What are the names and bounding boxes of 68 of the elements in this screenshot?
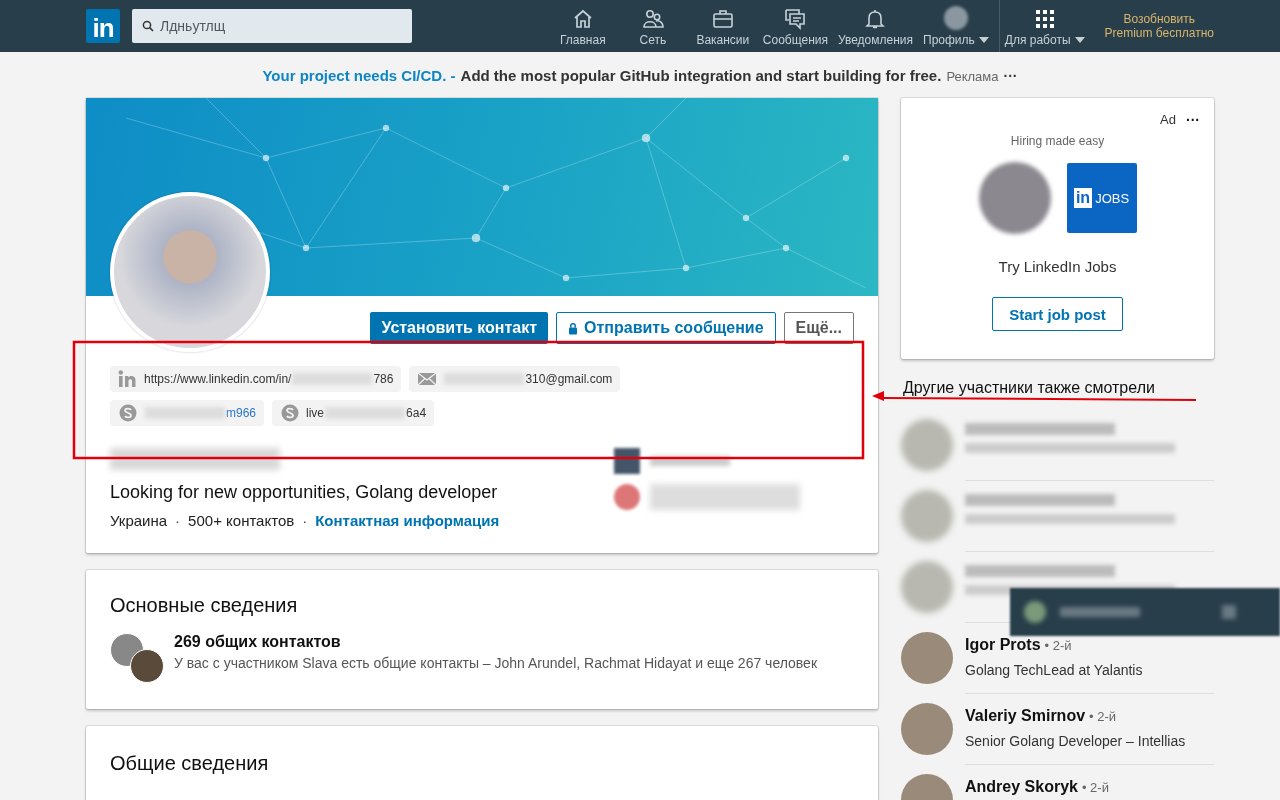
shared-connections-title[interactable]: 269 общих контактов <box>174 633 817 651</box>
ad-label: Ad <box>1160 112 1176 128</box>
caret-icon <box>1073 36 1086 44</box>
bell-icon <box>864 8 887 30</box>
nav-item[interactable]: Вакансии <box>687 0 758 52</box>
avatar-placeholder <box>901 419 953 471</box>
company-logo-placeholder <box>614 448 640 474</box>
avatar-placeholder <box>944 6 969 30</box>
ad-label: Реклама <box>946 69 999 84</box>
caret-icon <box>977 36 990 44</box>
grid-icon <box>1034 8 1057 30</box>
premium-link[interactable]: Возобновить Premium бесплатно <box>1090 0 1214 52</box>
person-title: Golang TechLead at Yalantis <box>965 662 1144 678</box>
contact-text: 310@gmail.com <box>443 372 613 386</box>
briefcase-icon <box>711 8 734 30</box>
section-title: Другие участники также смотрели <box>903 379 1155 397</box>
person-name-link[interactable]: Valeriy Smirnov <box>965 707 1086 725</box>
shared-connections-text: У вас с участником Slava есть общие контакты – John Arundel, Rachmat Hidayat и еще 267 человек <box>174 655 817 671</box>
avatar-placeholder <box>901 490 953 542</box>
start-job-post-button[interactable]: Start job post <box>992 297 1123 331</box>
linkedin-icon <box>118 370 138 388</box>
nav-item[interactable]: Главная <box>547 0 618 52</box>
avatar-placeholder <box>901 703 953 755</box>
action-button[interactable]: Установить контакт <box>370 312 549 344</box>
person-title: Senior Golang Developer – Intellias <box>965 733 1187 749</box>
action-button[interactable]: Отправить сообщение <box>556 312 776 344</box>
search-field[interactable]: Лдньутлщ <box>132 9 412 43</box>
nav-item[interactable]: Сообщения <box>757 0 833 52</box>
connection-degree: • 2-й <box>1089 709 1117 724</box>
envelope-icon <box>417 372 438 386</box>
people-icon <box>641 8 664 30</box>
person-name-link[interactable]: Andrey Skoryk <box>965 778 1078 796</box>
lock-icon <box>568 321 579 335</box>
profile-headline: Looking for new opportunities, Golang developer <box>110 482 499 503</box>
contact-info-link[interactable]: Контактная информация <box>315 512 500 529</box>
ad-subtitle: Hiring made easy <box>1010 134 1105 148</box>
nav-item[interactable]: Сеть <box>617 0 688 52</box>
jobs-logo: in JOBS <box>1066 163 1137 233</box>
more-options-button[interactable]: ··· <box>1003 68 1018 84</box>
ad-link[interactable]: Your project needs CI/CD. - <box>262 67 456 84</box>
avatar-placeholder <box>901 561 953 613</box>
connection-degree: • 2-й <box>1081 780 1109 795</box>
contact-text: https://www.linkedin.com/in/ 786 <box>144 372 394 386</box>
ad-title: Try LinkedIn Jobs <box>998 258 1117 275</box>
linkedin-logo[interactable]: in <box>86 9 120 43</box>
connections-count: 500+ контактов <box>188 512 295 529</box>
nav-item[interactable]: Уведомления <box>832 0 918 52</box>
nav-item[interactable]: Профиль <box>918 0 995 52</box>
chat-icon <box>784 8 807 30</box>
skype-icon <box>118 403 138 423</box>
skype-icon <box>280 403 301 423</box>
avatar-placeholder <box>901 632 953 684</box>
separator-dot: · <box>302 512 308 529</box>
location-text: Украина <box>110 512 168 529</box>
nav-item[interactable]: Для работы <box>999 0 1091 52</box>
section-title: Основные сведения <box>110 594 299 617</box>
search-icon <box>142 20 154 32</box>
separator-dot: · <box>175 512 181 529</box>
messaging-bar[interactable] <box>1010 588 1280 636</box>
section-title: Общие сведения <box>110 752 270 775</box>
school-logo-placeholder <box>614 484 640 510</box>
person-name-link[interactable]: Igor Prots <box>965 636 1041 654</box>
more-options-button[interactable]: ··· <box>1186 112 1200 128</box>
contact-text: live 6a4 <box>306 406 427 420</box>
ad-text: Add the most popular GitHub integration and start building for free. <box>460 67 942 84</box>
avatar-placeholder <box>130 649 164 683</box>
action-button[interactable]: Ещё... <box>783 312 854 344</box>
connection-degree: • 2-й <box>1044 638 1072 653</box>
